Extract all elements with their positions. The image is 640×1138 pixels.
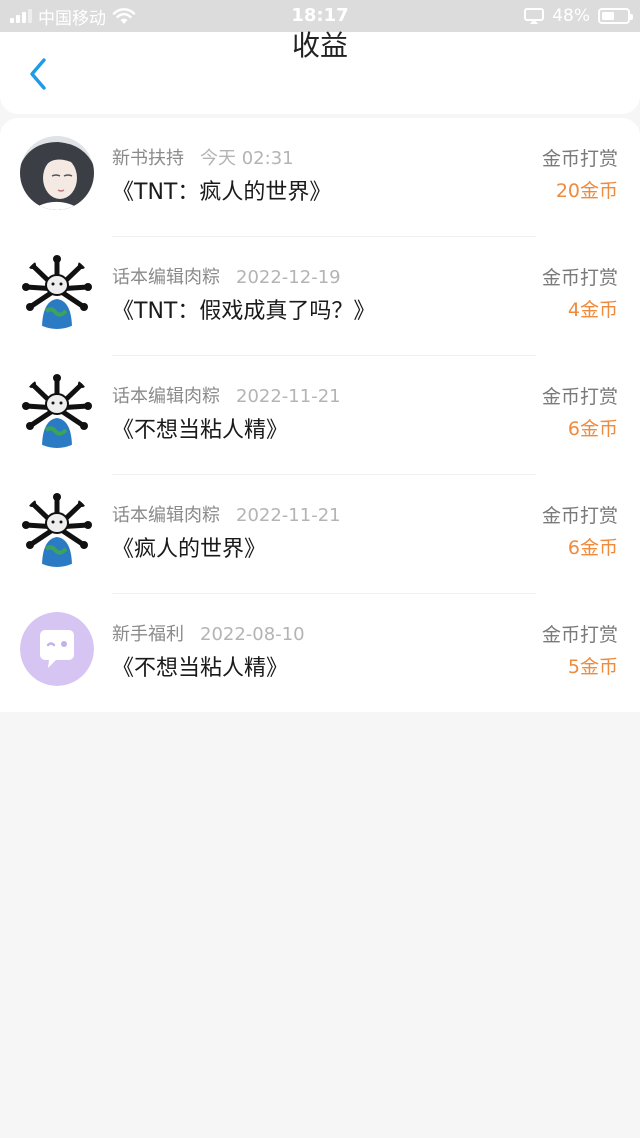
date-label: 2022-11-21: [236, 505, 341, 526]
earnings-row[interactable]: 话本编辑肉粽 2022-12-19 《TNT：假戏成真了吗？》 金币打赏 4金币: [0, 237, 640, 356]
source-label: 话本编辑肉粽: [112, 386, 220, 407]
reward-amount: 6金币: [567, 537, 618, 559]
earnings-row[interactable]: 话本编辑肉粽 2022-11-21 《不想当粘人精》 金币打赏 6金币: [0, 356, 640, 475]
date-label: 2022-12-19: [236, 267, 341, 288]
reward-amount: 4金币: [567, 299, 618, 321]
date-label: 2022-11-21: [236, 386, 341, 407]
source-label: 话本编辑肉粽: [112, 505, 220, 526]
row-meta: 话本编辑肉粽 2022-11-21: [112, 382, 341, 408]
source-label: 新手福利: [112, 624, 184, 645]
source-label: 新书扶持: [112, 148, 184, 169]
row-meta: 话本编辑肉粽 2022-12-19: [112, 263, 341, 289]
book-title: 《不想当粘人精》: [112, 418, 289, 443]
date-label: 今天 02:31: [200, 148, 294, 169]
book-title: 《不想当粘人精》: [112, 656, 289, 681]
page-title: 收益: [291, 29, 348, 62]
anime-avatar: [20, 136, 94, 210]
editor-avatar: [20, 374, 94, 448]
reward-amount: 20金币: [555, 180, 618, 202]
row-meta: 话本编辑肉粽 2022-11-21: [112, 501, 341, 527]
earnings-row[interactable]: 新书扶持 今天 02:31 《TNT：疯人的世界》 金币打赏 20金币: [0, 118, 640, 237]
reward-type: 金币打赏: [541, 148, 618, 170]
book-title: 《疯人的世界》: [112, 537, 267, 562]
row-meta: 新书扶持 今天 02:31: [112, 144, 294, 170]
source-label: 话本编辑肉粽: [112, 267, 220, 288]
earnings-row[interactable]: 话本编辑肉粽 2022-11-21 《疯人的世界》 金币打赏 6金币: [0, 475, 640, 594]
row-meta: 新手福利 2022-08-10: [112, 620, 305, 646]
editor-avatar: [20, 255, 94, 329]
date-label: 2022-08-10: [200, 624, 305, 645]
book-title: 《TNT：假戏成真了吗？》: [112, 299, 376, 324]
earnings-list: 新书扶持 今天 02:31 《TNT：疯人的世界》 金币打赏 20金币 话本编辑…: [0, 118, 640, 712]
reward-type: 金币打赏: [541, 386, 618, 408]
editor-avatar: [20, 493, 94, 567]
chat-bubble-avatar: [20, 612, 94, 686]
reward-amount: 6金币: [567, 418, 618, 440]
reward-type: 金币打赏: [541, 267, 618, 289]
reward-type: 金币打赏: [541, 624, 618, 646]
reward-amount: 5金币: [567, 656, 618, 678]
reward-type: 金币打赏: [541, 505, 618, 527]
book-title: 《TNT：疯人的世界》: [112, 180, 332, 205]
earnings-row[interactable]: 新手福利 2022-08-10 《不想当粘人精》 金币打赏 5金币: [0, 594, 640, 713]
